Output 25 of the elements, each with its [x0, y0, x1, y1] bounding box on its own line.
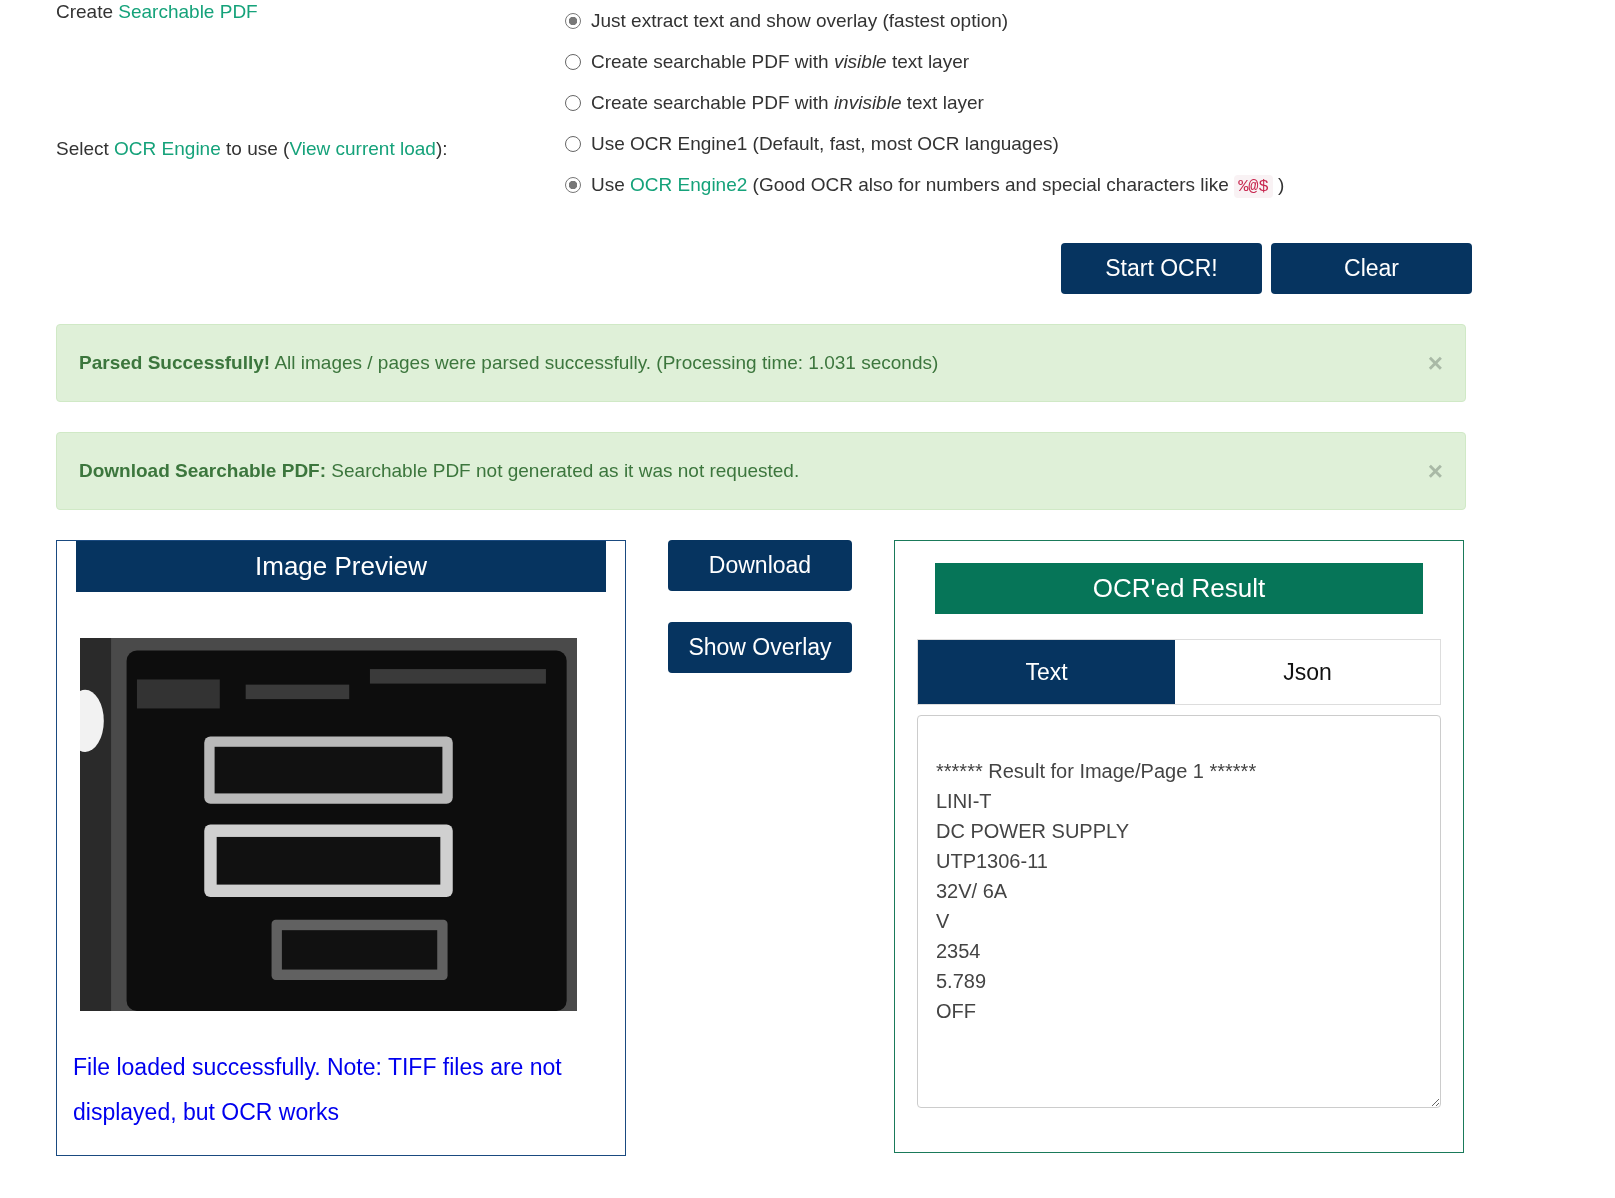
panel-header: Image Preview: [76, 541, 606, 592]
code-snippet: %@$: [1234, 174, 1273, 198]
action-button[interactable]: Download: [668, 540, 852, 591]
label-text: Create searchable PDF with visible text layer: [591, 50, 970, 72]
label-text: to use (: [225, 138, 290, 159]
label-text: Use OCR Engine1 (Default, fast, most OCR languages): [591, 132, 1059, 154]
result-textarea[interactable]: ****** Result for Image/Page 1 ****** LINI-T DC POWER SUPPLY UTP1306-11 32V/ 6A V 2354 5.789 OFF: [917, 715, 1441, 1108]
label-text: (Good OCR also for numbers and special characters like: [751, 173, 1230, 195]
status-note: File loaded successfully. Note: TIFF files are not displayed, but OCR works: [73, 1053, 563, 1127]
alert-message: Download Searchable PDF: Searchable PDF not generated as it was not requested.: [79, 460, 800, 482]
panel-header: OCR'ed Result: [935, 563, 1423, 614]
label-text: Select: [56, 138, 110, 159]
label-text: Create: [56, 1, 115, 22]
action-button[interactable]: Clear: [1271, 243, 1472, 294]
radio-button[interactable]: [565, 12, 581, 29]
label-text: Use: [591, 173, 626, 195]
label-text: ):: [435, 138, 448, 159]
action-button[interactable]: Show Overlay: [668, 622, 852, 673]
action-button[interactable]: Start OCR!: [1061, 243, 1262, 294]
label-text: ): [1277, 173, 1285, 195]
radio-button[interactable]: [565, 176, 581, 193]
label-text: Just extract text and show overlay (fastest option): [591, 9, 1009, 31]
tab[interactable]: Text: [918, 640, 1175, 704]
alert-message: Parsed Successfully! All images / pages were parsed successfully. (Processing time: 1.031 seconds): [79, 352, 939, 374]
label-text: Create searchable PDF with invisible text layer: [591, 91, 984, 113]
